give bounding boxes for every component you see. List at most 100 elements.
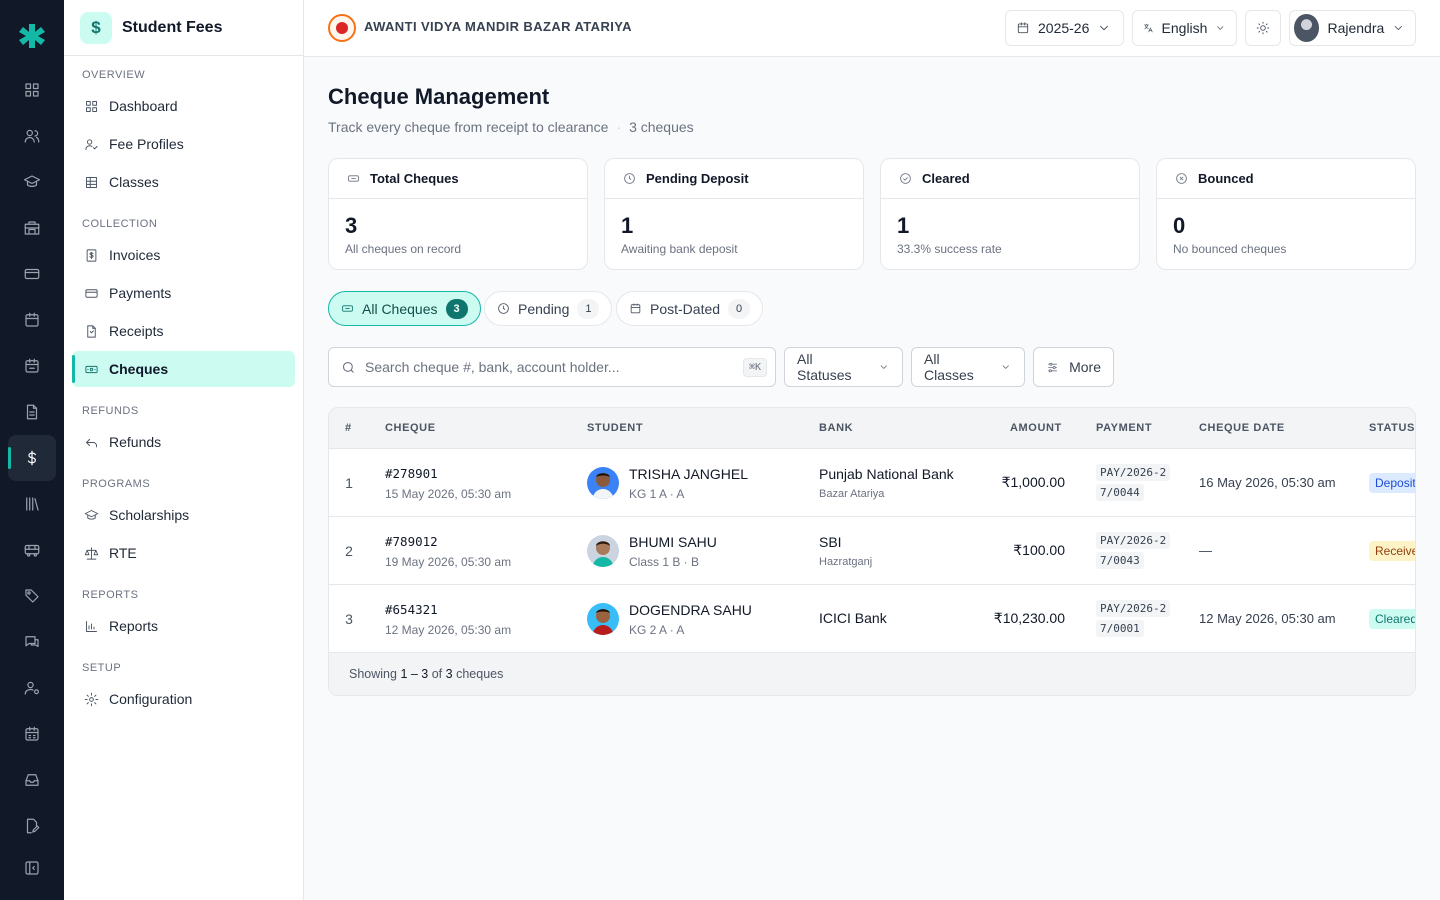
payment-ref[interactable]: PAY/2026-27/0043 <box>1096 531 1171 571</box>
class-filter-dropdown[interactable]: All Classes <box>911 347 1025 387</box>
payment-ref-text: PAY/2026-27/0043 <box>1096 532 1171 569</box>
column-header: STATUS <box>1369 422 1415 434</box>
column-header: STUDENT <box>587 422 644 434</box>
sidebar-item-dashboard[interactable]: Dashboard <box>72 88 295 124</box>
calendar-icon <box>630 303 641 314</box>
cheque-icon <box>348 175 359 182</box>
chevron-down-icon <box>1395 25 1403 31</box>
table-row[interactable]: 1 #278901 15 May 2026, 05:30 am TRISHA J… <box>329 449 1415 517</box>
search-input[interactable] <box>365 348 725 386</box>
grid-icon[interactable] <box>20 78 44 102</box>
footer-of: of <box>431 667 443 681</box>
user-menu[interactable]: Rajendra <box>1289 10 1416 46</box>
fees-module-icon: $ <box>80 11 112 44</box>
module-sidebar: $ Student Fees OVERVIEW Dashboard Fee Pr… <box>64 0 304 900</box>
stat-label: Total Cheques <box>370 171 459 186</box>
user-cog-icon[interactable] <box>20 676 44 700</box>
clock-icon <box>498 303 509 314</box>
avatar <box>587 603 619 635</box>
student-name[interactable]: DOGENDRA SAHU <box>629 602 752 618</box>
users-icon[interactable] <box>20 124 44 148</box>
sidebar-item-reports[interactable]: Reports <box>72 608 295 644</box>
tab-pending[interactable]: Pending 1 <box>484 291 613 326</box>
cheque-count: 3 cheques <box>629 119 694 135</box>
calendar-icon[interactable] <box>20 308 44 332</box>
sidebar-item-payments[interactable]: Payments <box>72 275 295 311</box>
amount: ₹1,000.00 <box>1001 474 1065 490</box>
bank-name: ICICI Bank <box>819 610 887 626</box>
cheque-number[interactable]: #654321 <box>385 602 438 617</box>
file-edit-icon[interactable] <box>20 814 44 838</box>
page-subtitle: Track every cheque from receipt to clear… <box>328 119 694 135</box>
status-filter-dropdown[interactable]: All Statuses <box>784 347 903 387</box>
search-box: ⌘K <box>328 347 776 387</box>
library-icon[interactable] <box>20 492 44 516</box>
language-selector[interactable]: English <box>1132 10 1237 46</box>
collapse-icon[interactable] <box>20 856 44 880</box>
graduation-cap-icon[interactable] <box>20 170 44 194</box>
column-header: AMOUNT <box>1010 422 1062 434</box>
tab-all-cheques[interactable]: All Cheques 3 <box>328 291 481 326</box>
sidebar-item-invoices[interactable]: Invoices <box>72 237 295 273</box>
building-icon[interactable] <box>20 216 44 240</box>
table-row[interactable]: 3 #654321 12 May 2026, 05:30 am DOGENDRA… <box>329 585 1415 653</box>
stat-label: Pending Deposit <box>646 171 749 186</box>
sidebar-item-rte[interactable]: RTE <box>72 535 295 571</box>
stat-label: Bounced <box>1198 171 1254 186</box>
calendar-check-icon[interactable] <box>20 354 44 378</box>
bus-icon[interactable] <box>20 538 44 562</box>
dollar-icon[interactable] <box>20 446 44 470</box>
sidebar-item-cheques[interactable]: Cheques <box>72 351 295 387</box>
sidebar-item-label: Receipts <box>109 323 164 339</box>
cheque-date: 12 May 2026, 05:30 am <box>1199 611 1336 626</box>
card-icon[interactable] <box>20 262 44 286</box>
sidebar-item-fee-profiles[interactable]: Fee Profiles <box>72 126 295 162</box>
sidebar-item-refunds[interactable]: Refunds <box>72 424 295 460</box>
table-footer: Showing 1 – 3 of 3 cheques <box>329 653 1415 695</box>
document-icon[interactable] <box>20 400 44 424</box>
footer-range: 1 – 3 <box>400 667 429 681</box>
sidebar-item-label: RTE <box>109 545 137 561</box>
cheque-number[interactable]: #278901 <box>385 466 438 481</box>
student-name[interactable]: TRISHA JANGHEL <box>629 466 748 482</box>
sidebar-item-label: Payments <box>109 285 172 301</box>
cheque-number[interactable]: #789012 <box>385 534 438 549</box>
check-circle-icon <box>900 173 911 184</box>
cheque-received-date: 19 May 2026, 05:30 am <box>385 555 512 569</box>
column-header: # <box>345 422 352 434</box>
status-badge: Received <box>1369 541 1415 561</box>
bank-name: Punjab National Bank <box>819 466 954 482</box>
payment-ref[interactable]: PAY/2026-27/0001 <box>1096 599 1171 639</box>
tab-label: Post-Dated <box>650 300 721 317</box>
sidebar-item-label: Cheques <box>109 361 169 377</box>
stat-note: All cheques on record <box>345 242 462 256</box>
more-filters-button[interactable]: More <box>1033 347 1114 387</box>
status-badge: Cleared <box>1369 609 1415 629</box>
session-selector[interactable]: 2025-26 <box>1005 10 1124 46</box>
sidebar-item-configuration[interactable]: Configuration <box>72 681 295 717</box>
avatar <box>587 467 619 499</box>
avatar <box>587 535 619 567</box>
session-label: 2025-26 <box>1038 20 1090 36</box>
section-reports: REPORTS <box>82 589 139 601</box>
sidebar-item-classes[interactable]: Classes <box>72 164 295 200</box>
sidebar-item-scholarships[interactable]: Scholarships <box>72 497 295 533</box>
tag-icon[interactable] <box>20 584 44 608</box>
stat-note: No bounced cheques <box>1173 242 1287 256</box>
user-check-icon <box>85 138 98 150</box>
column-header: PAYMENT <box>1096 422 1153 434</box>
sidebar-item-receipts[interactable]: Receipts <box>72 313 295 349</box>
theme-toggle-button[interactable] <box>1245 10 1281 46</box>
calendar-grid-icon[interactable] <box>20 722 44 746</box>
tab-count: 1 <box>577 298 600 319</box>
payment-ref[interactable]: PAY/2026-27/0044 <box>1096 463 1171 503</box>
sun-icon <box>1256 21 1270 35</box>
table-row[interactable]: 2 #789012 19 May 2026, 05:30 am BHUMI SA… <box>329 517 1415 585</box>
chat-icon[interactable] <box>20 630 44 654</box>
cheques-table: # CHEQUE STUDENT BANK AMOUNT PAYMENT CHE… <box>328 407 1416 696</box>
tab-post-dated[interactable]: Post-Dated 0 <box>616 291 764 326</box>
sliders-icon <box>1048 362 1057 372</box>
inbox-icon[interactable] <box>20 768 44 792</box>
app-logo-icon[interactable] <box>16 20 48 52</box>
student-name[interactable]: BHUMI SAHU <box>629 534 717 550</box>
